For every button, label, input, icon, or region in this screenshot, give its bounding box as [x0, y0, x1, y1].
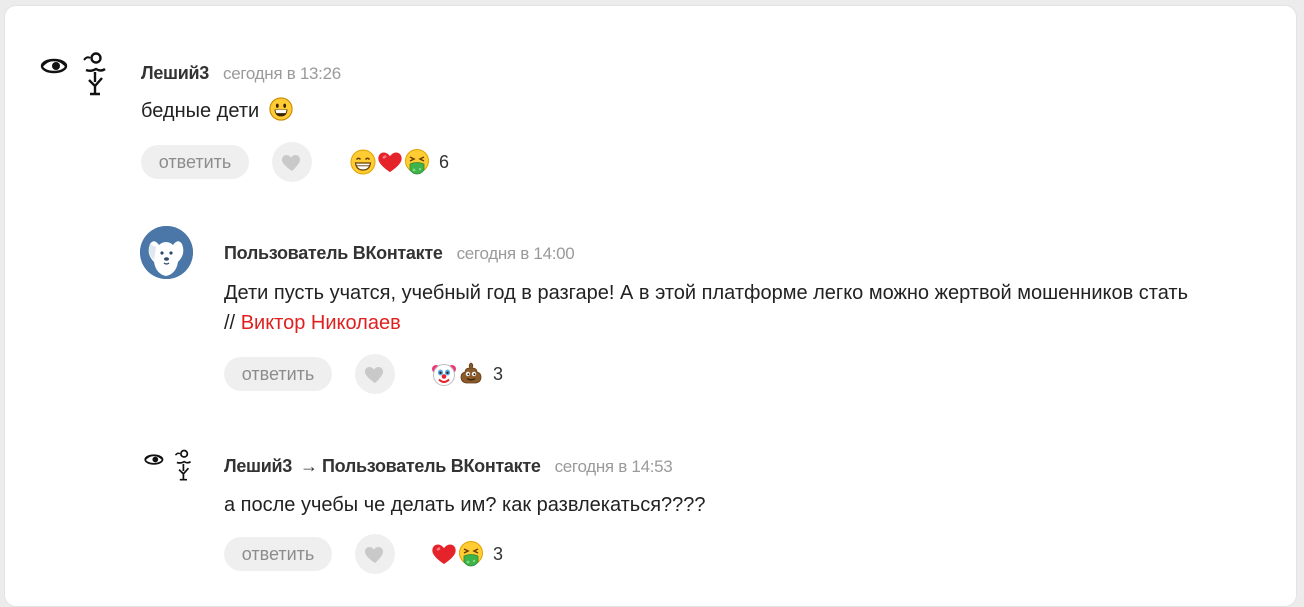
- reactions-summary[interactable]: 3: [431, 540, 503, 568]
- reply-button[interactable]: ответить: [224, 357, 332, 391]
- comment-2: Пользователь ВКонтакте сегодня в 14:00 Де…: [5, 196, 1295, 406]
- author-name[interactable]: Пользователь ВКонтакте: [224, 243, 443, 263]
- comment-time[interactable]: сегодня в 14:53: [555, 457, 673, 476]
- like-button[interactable]: [272, 142, 312, 182]
- avatar[interactable]: [143, 448, 195, 484]
- like-button[interactable]: [355, 534, 395, 574]
- pile-of-poo-icon: [458, 361, 484, 387]
- reactions-summary[interactable]: 6: [350, 148, 449, 176]
- comment-text: а после учебы че делать им? как развлека…: [224, 490, 706, 520]
- doodle-avatar-icon: [143, 448, 195, 484]
- reply-to-name[interactable]: Пользователь ВКонтакте: [322, 456, 541, 476]
- avatar[interactable]: [39, 50, 111, 100]
- heart-icon: [280, 150, 304, 174]
- heart-icon: [363, 542, 387, 566]
- reply-button[interactable]: ответить: [141, 145, 249, 179]
- doodle-avatar-icon: [39, 50, 111, 100]
- grinning-face-icon: [269, 97, 293, 121]
- comment-3: Леший3 → Пользователь ВКонтакте сегодня в 1…: [5, 406, 1295, 596]
- reaction-count: 3: [493, 543, 504, 564]
- clown-face-icon: [431, 361, 457, 387]
- grinning-smiling-eyes-icon: [350, 149, 376, 175]
- avatar[interactable]: [140, 226, 193, 279]
- comment-header: Пользователь ВКонтакте сегодня в 14:00: [224, 242, 575, 265]
- like-button[interactable]: [355, 354, 395, 394]
- author-name[interactable]: Леший3: [141, 63, 209, 83]
- heart-icon: [363, 362, 387, 386]
- comment-header: Леший3 сегодня в 13:26: [141, 62, 341, 85]
- comments-card: Леший3 сегодня в 13:26 бедные дети ответи…: [4, 5, 1297, 607]
- vomiting-face-icon: [458, 541, 484, 567]
- comment-text-body: а после учебы че делать им? как развлека…: [224, 494, 706, 516]
- vomiting-face-icon: [404, 149, 430, 175]
- reaction-count: 3: [493, 363, 504, 384]
- reply-button[interactable]: ответить: [224, 537, 332, 571]
- red-heart-icon: [377, 149, 403, 175]
- comment-text-line: // Виктор Николаев: [224, 308, 1188, 338]
- comment-time[interactable]: сегодня в 14:00: [457, 244, 575, 263]
- mention-prefix: //: [224, 312, 236, 334]
- vk-dog-avatar-icon: [140, 226, 193, 279]
- comment-text-line: Дети пусть учатся, учебный год в разгаре…: [224, 282, 1188, 304]
- comment-text: бедные дети: [141, 96, 294, 126]
- author-name[interactable]: Леший3: [224, 456, 292, 476]
- red-heart-icon: [431, 541, 457, 567]
- comment-time[interactable]: сегодня в 13:26: [223, 64, 341, 83]
- comment-1: Леший3 сегодня в 13:26 бедные дети ответи…: [5, 6, 1295, 196]
- reaction-count: 6: [439, 151, 450, 172]
- comment-header: Леший3 → Пользователь ВКонтакте сегодня в 1…: [224, 455, 673, 478]
- reply-arrow-icon: →: [300, 456, 318, 476]
- reactions-summary[interactable]: 3: [431, 360, 503, 388]
- comment-text: Дети пусть учатся, учебный год в разгаре…: [224, 278, 1188, 338]
- mention-link[interactable]: Виктор Николаев: [241, 312, 401, 334]
- comment-text-body: бедные дети: [141, 100, 260, 122]
